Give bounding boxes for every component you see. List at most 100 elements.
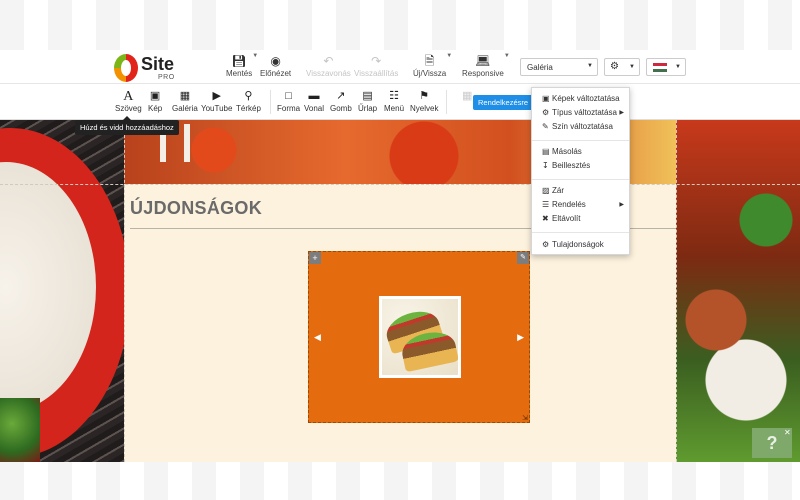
element-form-label: Űrlap — [358, 104, 378, 113]
menu-item-remove[interactable]: ✖ Eltávolít — [532, 213, 629, 225]
menu-item-paste[interactable]: ↧ Beillesztés — [532, 160, 629, 172]
element-gallery[interactable]: ▦ Galéria — [172, 89, 198, 113]
gallery-element[interactable]: + ✎ ◀ ▶ ⇲ — [308, 251, 530, 423]
site-pro-logo[interactable]: Site PRO — [114, 52, 184, 82]
close-icon[interactable]: ✕ — [784, 428, 791, 437]
background-stripe-top — [0, 0, 800, 50]
paste-icon: ↧ — [542, 161, 549, 170]
language-button[interactable]: ▼ — [646, 58, 686, 76]
flag-icon: ⚑ — [419, 90, 430, 102]
chevron-down-icon: ▼ — [675, 64, 681, 70]
element-shape[interactable]: □ Forma — [277, 89, 300, 113]
menu-item-label: Beillesztés — [552, 161, 591, 170]
section-guide-left — [124, 120, 125, 462]
form-icon: ▤ — [362, 90, 373, 102]
toolbar-divider — [270, 90, 271, 114]
settings-button[interactable]: ⚙ ▼ — [604, 58, 640, 76]
chevron-down-icon: ▼ — [446, 53, 453, 59]
context-menu: ▣ Képek változtatása ⚙ Típus változtatása … — [531, 87, 630, 255]
preview-button[interactable]: ◉ Előnézet — [260, 53, 291, 78]
laptop-icon: 💻︎ — [475, 54, 491, 68]
element-gallery-label: Galéria — [172, 104, 198, 113]
new-back-button[interactable]: 🗎︎ ▼ Új/Vissza — [413, 53, 452, 78]
image-icon: ▣ — [542, 94, 550, 103]
undo-icon: ↶ — [323, 54, 334, 68]
gallery-prev-icon[interactable]: ◀ — [314, 332, 321, 343]
menu-item-label: Másolás — [552, 147, 582, 156]
list-icon: ☰ — [542, 200, 550, 209]
gear-icon: ⚙ — [542, 240, 550, 249]
chevron-down-icon: ▼ — [587, 63, 593, 69]
element-button-label: Gomb — [330, 104, 352, 113]
background-stripe-bottom — [0, 462, 800, 500]
toolbar-divider — [446, 90, 447, 114]
element-text-label: Szöveg — [115, 104, 142, 113]
gallery-next-icon[interactable]: ▶ — [517, 332, 524, 343]
element-more[interactable]: ▦ — [462, 89, 472, 104]
menu-item-change-images[interactable]: ▣ Képek változtatása — [532, 93, 629, 105]
menu-item-copy[interactable]: ▤ Másolás — [532, 146, 629, 158]
menu-item-change-type[interactable]: ⚙ Típus változtatása ▶ — [532, 107, 629, 119]
element-button[interactable]: ↗ Gomb — [330, 89, 352, 113]
save-button[interactable]: 💾︎ ▼ Mentés — [226, 53, 258, 78]
youtube-icon: ▶ — [212, 90, 221, 102]
element-youtube-label: YouTube — [201, 104, 233, 113]
gallery-image[interactable] — [379, 296, 461, 378]
responsive-button[interactable]: 💻︎ ▼ Responsive — [462, 53, 510, 78]
menu-item-label: Típus változtatása — [552, 108, 617, 117]
eye-icon: ◉ — [270, 54, 281, 68]
element-map-label: Térkép — [236, 104, 261, 113]
element-image-label: Kép — [148, 104, 163, 113]
redo-button[interactable]: ↷ Visszaállítás — [354, 53, 398, 78]
element-toolbar: A Szöveg ▣ Kép ▦ Galéria ▶ YouTube ⚲ Tér… — [0, 84, 800, 120]
image-icon: ▣ — [149, 90, 161, 102]
section-guide-horizontal — [0, 184, 800, 185]
chevron-down-icon: ▼ — [252, 53, 259, 59]
editor-canvas[interactable]: ÚJDONSÁGOK + ✎ ◀ ▶ ⇲ — [0, 120, 800, 462]
menu-divider — [532, 232, 629, 233]
chevron-right-icon: ▶ — [619, 110, 624, 116]
menu-item-label: Képek változtatása — [552, 94, 620, 103]
background-photo-right — [676, 120, 800, 462]
drag-tooltip: Húzd és vidd hozzáadáshoz — [75, 116, 179, 135]
undo-label: Visszavonás — [306, 69, 351, 78]
menu-item-properties[interactable]: ⚙ Tulajdonságok — [532, 239, 629, 251]
element-menu[interactable]: ☷ Menü — [384, 89, 404, 113]
undo-button[interactable]: ↶ Visszavonás — [306, 53, 351, 78]
close-icon: ✖ — [542, 214, 549, 223]
menu-item-order[interactable]: ☰ Rendelés ▶ — [532, 199, 629, 211]
pencil-icon[interactable]: ✎ — [517, 252, 529, 264]
external-link-icon: ↗ — [336, 90, 346, 102]
new-back-label: Új/Vissza — [413, 69, 447, 78]
menu-divider — [532, 140, 629, 141]
menu-item-label: Tulajdonságok — [552, 240, 604, 249]
element-map[interactable]: ⚲ Térkép — [236, 89, 261, 113]
element-form[interactable]: ▤ Űrlap — [358, 89, 377, 113]
edit-square-icon: ✎ — [542, 122, 549, 131]
element-languages-label: Nyelvek — [410, 104, 439, 113]
menu-item-change-color[interactable]: ✎ Szín változtatása — [532, 121, 629, 133]
save-label: Mentés — [226, 69, 253, 78]
lock-icon: ▨ — [542, 186, 550, 195]
menu-item-label: Rendelés — [552, 200, 586, 209]
hungarian-flag-icon — [653, 63, 667, 72]
logo-text: Site — [141, 54, 175, 74]
add-icon[interactable]: + — [309, 252, 321, 264]
element-youtube[interactable]: ▶ YouTube — [201, 89, 232, 113]
tacos-photo — [382, 299, 458, 375]
menu-item-label: Zár — [552, 186, 564, 195]
element-line[interactable]: ▬ Vonal — [304, 89, 324, 113]
page-select[interactable]: Galéria ▼ — [520, 58, 598, 76]
section-title[interactable]: ÚJDONSÁGOK — [130, 198, 262, 219]
puzzle-icon: ▦ — [462, 90, 473, 102]
save-icon: 💾︎ — [231, 54, 247, 68]
element-languages[interactable]: ⚑ Nyelvek — [410, 89, 438, 113]
logo-tier: PRO — [158, 74, 175, 81]
resize-handle-icon[interactable]: ⇲ — [522, 414, 528, 422]
menu-item-lock[interactable]: ▨ Zár — [532, 185, 629, 197]
element-text[interactable]: A Szöveg — [115, 89, 142, 113]
redo-label: Visszaállítás — [354, 69, 399, 78]
element-image[interactable]: ▣ Kép — [148, 89, 162, 113]
element-menu-label: Menü — [384, 104, 405, 113]
map-pin-icon: ⚲ — [244, 90, 253, 102]
